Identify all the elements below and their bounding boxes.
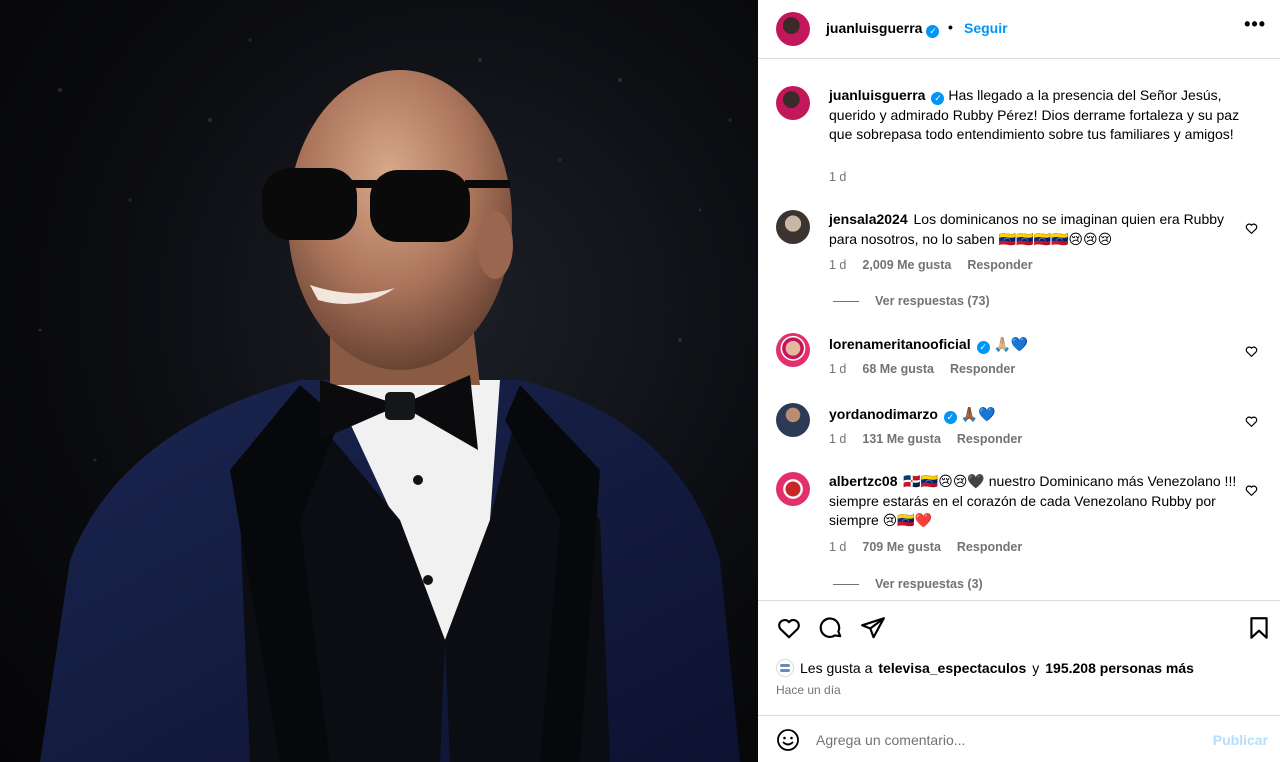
post-header: juanluisguerra ✓ • Seguir ••• bbox=[758, 0, 1280, 59]
author-avatar[interactable] bbox=[776, 12, 810, 46]
separator-dot: • bbox=[948, 19, 953, 35]
comments-list[interactable]: juanluisguerra ✓ Has llegado a la presenc… bbox=[758, 60, 1280, 600]
avatar[interactable] bbox=[776, 86, 810, 120]
comment-text-block: yordanodimarzo ✓ 🙏🏾💙 bbox=[829, 405, 1249, 425]
follow-button[interactable]: Seguir bbox=[964, 20, 1008, 36]
verified-badge-icon: ✓ bbox=[926, 25, 940, 38]
comment-username[interactable]: yordanodimarzo bbox=[829, 406, 938, 422]
comment-like-heart-icon[interactable] bbox=[1245, 345, 1258, 358]
author-username-wrap[interactable]: juanluisguerra ✓ bbox=[826, 20, 940, 38]
avatar[interactable] bbox=[776, 333, 810, 367]
comment-time[interactable]: 1 d bbox=[829, 170, 846, 184]
more-horizontal-icon[interactable]: ••• bbox=[1244, 14, 1266, 35]
reply-button[interactable]: Responder bbox=[967, 258, 1032, 272]
reply-button[interactable]: Responder bbox=[957, 432, 1022, 446]
verified-badge-icon: ✓ bbox=[931, 92, 945, 105]
share-icon[interactable] bbox=[860, 615, 886, 641]
liker-username[interactable]: televisa_espectaculos bbox=[878, 660, 1026, 676]
comment-like-heart-icon[interactable] bbox=[1245, 222, 1258, 235]
comment-likes-count[interactable]: 131 Me gusta bbox=[862, 432, 941, 446]
verified-badge-icon: ✓ bbox=[976, 341, 990, 354]
replies-divider-line bbox=[833, 300, 859, 302]
bookmark-icon[interactable] bbox=[1246, 615, 1272, 641]
post-timestamp[interactable]: Hace un día bbox=[776, 683, 841, 697]
likes-others[interactable]: 195.208 personas más bbox=[1045, 660, 1194, 676]
verified-badge-icon: ✓ bbox=[943, 411, 957, 424]
avatar[interactable] bbox=[776, 403, 810, 437]
post-panel: juanluisguerra ✓ • Seguir ••• juanluisgue… bbox=[758, 0, 1280, 762]
comment-meta: 1 d bbox=[829, 170, 846, 184]
comment-likes-count[interactable]: 68 Me gusta bbox=[862, 362, 934, 376]
comment-time[interactable]: 1 d bbox=[829, 258, 846, 272]
comment-time[interactable]: 1 d bbox=[829, 432, 846, 446]
emoji-icon[interactable] bbox=[776, 728, 800, 752]
comment-text-block: jensala2024 Los dominicanos no se imagin… bbox=[829, 210, 1249, 249]
comment-text: 🙏🏾💙 bbox=[960, 406, 996, 422]
action-bar bbox=[758, 600, 1280, 650]
liker-avatar-icon bbox=[776, 659, 794, 677]
view-replies-button[interactable]: Ver respuestas (3) bbox=[833, 577, 983, 591]
avatar[interactable] bbox=[776, 210, 810, 244]
view-replies-label[interactable]: Ver respuestas (3) bbox=[875, 577, 983, 591]
caption-text-block: juanluisguerra ✓ Has llegado a la presenc… bbox=[829, 86, 1249, 145]
comment-username[interactable]: lorenameritanooficial bbox=[829, 336, 971, 352]
likes-prefix: Les gusta a bbox=[800, 660, 873, 676]
comment-likes-count[interactable]: 2,009 Me gusta bbox=[862, 258, 951, 272]
likes-summary[interactable]: Les gusta a televisa_espectaculos y 195.… bbox=[776, 659, 1194, 677]
photo-illustration bbox=[38, 38, 740, 762]
comment-likes-count[interactable]: 709 Me gusta bbox=[862, 540, 941, 554]
likes-connector: y bbox=[1032, 660, 1040, 676]
replies-divider-line bbox=[833, 583, 859, 585]
comment-username[interactable]: albertzc08 bbox=[829, 473, 897, 489]
publish-button[interactable]: Publicar bbox=[1213, 732, 1268, 748]
reply-button[interactable]: Responder bbox=[950, 362, 1015, 376]
add-comment-bar: Publicar bbox=[758, 715, 1280, 762]
view-replies-label[interactable]: Ver respuestas (73) bbox=[875, 294, 990, 308]
author-username[interactable]: juanluisguerra bbox=[826, 20, 922, 36]
comment-meta: 1 d 2,009 Me gusta Responder bbox=[829, 258, 1033, 272]
comment-time[interactable]: 1 d bbox=[829, 540, 846, 554]
comment-meta: 1 d 131 Me gusta Responder bbox=[829, 432, 1022, 446]
comment-like-heart-icon[interactable] bbox=[1245, 415, 1258, 428]
comment-icon[interactable] bbox=[818, 615, 844, 641]
comment-username[interactable]: jensala2024 bbox=[829, 211, 908, 227]
heart-icon[interactable] bbox=[776, 615, 802, 641]
view-replies-button[interactable]: Ver respuestas (73) bbox=[833, 294, 990, 308]
reply-button[interactable]: Responder bbox=[957, 540, 1022, 554]
comment-text: 🙏🏼💙 bbox=[993, 336, 1029, 352]
comment-text-block: albertzc08 🇩🇴🇻🇪😢😢🖤 nuestro Dominicano má… bbox=[829, 472, 1249, 531]
comment-like-heart-icon[interactable] bbox=[1245, 484, 1258, 497]
comment-meta: 1 d 709 Me gusta Responder bbox=[829, 540, 1022, 554]
post-photo[interactable] bbox=[0, 0, 758, 762]
comment-time[interactable]: 1 d bbox=[829, 362, 846, 376]
comment-input[interactable] bbox=[816, 728, 1196, 752]
comment-text-block: lorenameritanooficial ✓ 🙏🏼💙 bbox=[829, 335, 1249, 355]
avatar[interactable] bbox=[776, 472, 810, 506]
comment-meta: 1 d 68 Me gusta Responder bbox=[829, 362, 1015, 376]
comment-username[interactable]: juanluisguerra bbox=[829, 87, 925, 103]
